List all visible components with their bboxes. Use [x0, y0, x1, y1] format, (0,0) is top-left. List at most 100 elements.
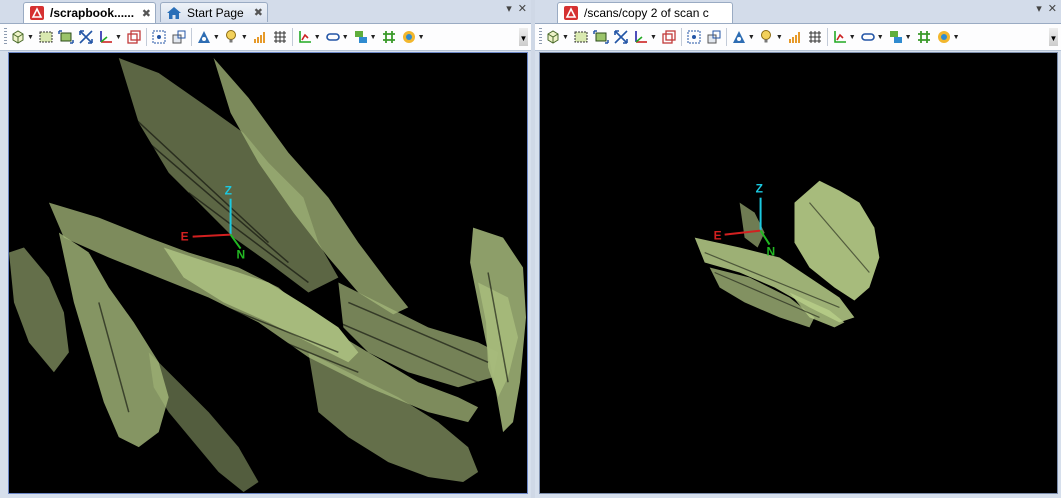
- snap-button[interactable]: [706, 29, 722, 45]
- tab-scan-copy[interactable]: /scans/copy 2 of scan c: [557, 2, 733, 23]
- fit-selection-icon: [593, 30, 609, 44]
- link-button[interactable]: ▼: [325, 29, 349, 45]
- pane-menu-dropdown-icon[interactable]: ▾: [506, 2, 512, 15]
- center-point-button[interactable]: [686, 29, 702, 45]
- mesh-button[interactable]: [381, 29, 397, 45]
- view-cube-button[interactable]: ▼: [10, 29, 34, 45]
- select-box-button[interactable]: [38, 29, 54, 45]
- tab-label: /scrapbook......: [50, 6, 135, 20]
- left-tab-bar: /scrapbook...... ✖ Start Page ✖ ▾ ✕: [0, 0, 531, 24]
- mesh-icon: [917, 31, 930, 43]
- triangle-icon: [732, 31, 745, 43]
- scan-document-icon: [564, 6, 578, 20]
- zoom-extents-icon: [79, 30, 93, 44]
- target-button[interactable]: ▼: [936, 29, 960, 45]
- link-icon: [860, 33, 875, 41]
- right-view-toolbar: ▼ ▼ ▼ ▼ ▼ ▼ ▼ ▼ ▼: [535, 24, 1061, 51]
- n-axis-label: N: [237, 248, 246, 262]
- ucs-button[interactable]: ▼: [98, 29, 122, 45]
- link-button[interactable]: ▼: [860, 29, 884, 45]
- select-box-icon: [574, 31, 588, 43]
- fit-selection-button[interactable]: [58, 29, 74, 45]
- tab-start-page[interactable]: Start Page ✖: [160, 2, 268, 22]
- right-tab-bar: /scans/copy 2 of scan c ▾ ✕: [535, 0, 1061, 24]
- center-point-icon: [687, 30, 701, 44]
- snap-button[interactable]: [171, 29, 187, 45]
- tab-scrapbook[interactable]: /scrapbook...... ✖: [23, 2, 156, 23]
- light-button[interactable]: ▼: [759, 29, 783, 45]
- stack-icon: [889, 31, 902, 43]
- center-point-icon: [152, 30, 166, 44]
- clip-box-icon: [127, 30, 141, 44]
- clip-box-button[interactable]: [661, 29, 677, 45]
- triangle-icon: [197, 31, 210, 43]
- target-icon: [937, 31, 950, 43]
- right-3d-viewport[interactable]: Z E N: [539, 52, 1058, 494]
- left-3d-viewport[interactable]: Z E N: [8, 52, 528, 494]
- target-button[interactable]: ▼: [401, 29, 425, 45]
- mesh-button[interactable]: [916, 29, 932, 45]
- pane-close-icon[interactable]: ✕: [1048, 2, 1057, 15]
- left-view-pane: /scrapbook...... ✖ Start Page ✖ ▾ ✕ ▼ ▼ …: [0, 0, 531, 498]
- zoom-extents-button[interactable]: [78, 29, 94, 45]
- triangle-tool-button[interactable]: ▼: [731, 29, 755, 45]
- toolbar-grip[interactable]: [4, 28, 7, 46]
- center-point-button[interactable]: [151, 29, 167, 45]
- volume-icon: [253, 32, 265, 43]
- zoom-extents-icon: [614, 30, 628, 44]
- volume-icon: [788, 32, 800, 43]
- close-tab-icon[interactable]: ✖: [142, 7, 151, 20]
- stack-button[interactable]: ▼: [353, 29, 377, 45]
- scan-document-icon: [30, 6, 44, 20]
- select-box-button[interactable]: [573, 29, 589, 45]
- select-box-icon: [39, 31, 53, 43]
- chart-axis-button[interactable]: ▼: [832, 29, 856, 45]
- triangle-tool-button[interactable]: ▼: [196, 29, 220, 45]
- right-view-pane: /scans/copy 2 of scan c ▾ ✕ ▼ ▼ ▼ ▼ ▼ ▼ …: [535, 0, 1061, 498]
- mesh-icon: [382, 31, 395, 43]
- point-cloud-view: Z E N: [694, 180, 880, 328]
- pane-close-icon[interactable]: ✕: [518, 2, 527, 15]
- tab-label: /scans/copy 2 of scan c: [584, 6, 709, 20]
- tab-label: Start Page: [187, 5, 244, 20]
- clip-box-button[interactable]: [126, 29, 142, 45]
- view-cube-button[interactable]: ▼: [545, 29, 569, 45]
- chart-axis-icon: [833, 31, 846, 43]
- stack-button[interactable]: ▼: [888, 29, 912, 45]
- toolbar-overflow-icon[interactable]: ▼: [519, 28, 528, 46]
- e-axis-label: E: [181, 230, 189, 244]
- home-icon: [167, 6, 181, 19]
- snap-icon: [172, 30, 186, 44]
- fit-selection-icon: [58, 30, 74, 44]
- fit-selection-button[interactable]: [593, 29, 609, 45]
- volume-button[interactable]: [787, 29, 803, 45]
- volume-button[interactable]: [252, 29, 268, 45]
- grid-button[interactable]: [807, 29, 823, 45]
- light-button[interactable]: ▼: [224, 29, 248, 45]
- grid-icon: [808, 31, 821, 43]
- chart-axis-button[interactable]: ▼: [297, 29, 321, 45]
- grid-button[interactable]: [272, 29, 288, 45]
- left-view-toolbar: ▼ ▼ ▼ ▼ ▼ ▼ ▼ ▼ ▼: [0, 24, 531, 51]
- snap-icon: [707, 30, 721, 44]
- ucs-icon: [100, 31, 112, 43]
- view-cube-icon: [547, 30, 559, 44]
- e-axis-label: E: [714, 229, 722, 243]
- view-cube-icon: [12, 30, 24, 44]
- z-axis-label: Z: [225, 184, 232, 198]
- toolbar-overflow-icon[interactable]: ▼: [1049, 28, 1058, 46]
- clip-box-icon: [662, 30, 676, 44]
- z-axis-label: Z: [756, 182, 763, 196]
- zoom-extents-button[interactable]: [613, 29, 629, 45]
- light-icon: [760, 30, 771, 43]
- light-icon: [225, 30, 236, 43]
- n-axis-label: N: [767, 245, 776, 259]
- close-tab-icon[interactable]: ✖: [254, 6, 263, 19]
- ucs-button[interactable]: ▼: [633, 29, 657, 45]
- toolbar-grip[interactable]: [539, 28, 542, 46]
- link-icon: [325, 33, 340, 41]
- grid-icon: [273, 31, 286, 43]
- target-icon: [402, 31, 415, 43]
- pane-menu-dropdown-icon[interactable]: ▾: [1036, 2, 1042, 15]
- point-cloud: [694, 180, 880, 328]
